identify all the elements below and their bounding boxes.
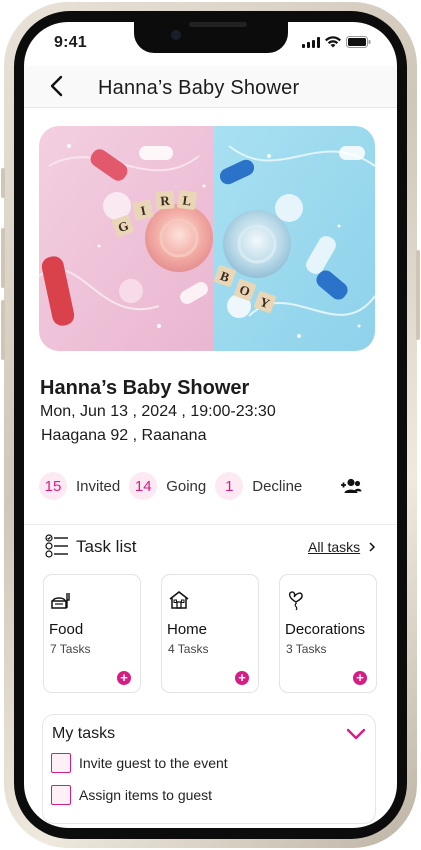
event-address: Haagana 92 , Raanana [41, 427, 207, 444]
home-icon [169, 590, 189, 609]
rsvp-summary: 15 Invited 14 Going 1 Decline [39, 472, 311, 500]
status-icons [302, 36, 371, 48]
task-category-food[interactable]: Food 7 Tasks + [43, 574, 141, 693]
food-icon [51, 593, 70, 609]
add-task-button[interactable]: + [117, 671, 131, 685]
wifi-icon [325, 36, 341, 48]
category-task-count: 4 Tasks [168, 642, 209, 656]
category-name: Food [49, 621, 84, 638]
category-task-count: 7 Tasks [50, 642, 91, 656]
power-button [416, 250, 420, 340]
going-count[interactable]: 14 [129, 472, 158, 500]
my-task-label: Invite guest to the event [79, 755, 228, 771]
task-category-home[interactable]: Home 4 Tasks + [161, 574, 259, 693]
my-task-item[interactable]: Invite guest to the event [51, 753, 228, 773]
header-title: Hanna’s Baby Shower [98, 77, 300, 99]
event-datetime: Mon, Jun 13 , 2024 , 19:00-23:30 [40, 403, 276, 420]
category-name: Decorations [285, 621, 366, 638]
my-tasks-title: My tasks [52, 725, 116, 742]
app-screen: 9:41 Hanna’s Baby Shower G I R L B O Y H… [24, 22, 397, 828]
decline-count[interactable]: 1 [215, 472, 244, 500]
task-category-decorations[interactable]: Decorations 3 Tasks + [279, 574, 377, 693]
letter-block: R [160, 193, 171, 209]
my-task-label: Assign items to guest [79, 787, 213, 803]
my-task-item[interactable]: Assign items to guest [51, 785, 212, 805]
add-guest-icon[interactable] [340, 478, 362, 494]
notch [134, 22, 288, 53]
mute-switch [1, 168, 5, 198]
battery-icon [346, 36, 371, 48]
front-camera [171, 30, 181, 40]
all-tasks-link[interactable]: All tasks [308, 539, 360, 555]
volume-up-button [1, 228, 5, 288]
chevron-down-icon[interactable] [346, 728, 366, 740]
category-task-count: 3 Tasks [286, 642, 327, 656]
decline-label: Decline [252, 477, 303, 495]
invited-count[interactable]: 15 [39, 472, 67, 500]
checklist-icon [45, 534, 68, 558]
chevron-right-icon[interactable] [368, 542, 376, 552]
event-title: Hanna’s Baby Shower [40, 377, 250, 399]
section-divider [24, 524, 397, 525]
invited-label: Invited [76, 477, 121, 495]
task-checkbox[interactable] [51, 753, 71, 773]
cellular-signal-icon [302, 36, 320, 48]
task-list-title: Task list [76, 537, 137, 556]
going-label: Going [166, 477, 207, 495]
back-arrow-icon[interactable] [46, 74, 70, 98]
app-header: Hanna’s Baby Shower [24, 66, 397, 108]
category-name: Home [167, 621, 208, 638]
add-task-button[interactable]: + [235, 671, 249, 685]
my-tasks-panel: My tasks Invite guest to the event Assig… [42, 714, 376, 824]
status-time: 9:41 [54, 34, 87, 51]
add-task-button[interactable]: + [353, 671, 367, 685]
event-cover-image: G I R L B O Y [39, 126, 375, 351]
task-checkbox[interactable] [51, 785, 71, 805]
speaker-grille [189, 22, 247, 27]
volume-down-button [1, 300, 5, 360]
balloon-icon [288, 591, 303, 611]
